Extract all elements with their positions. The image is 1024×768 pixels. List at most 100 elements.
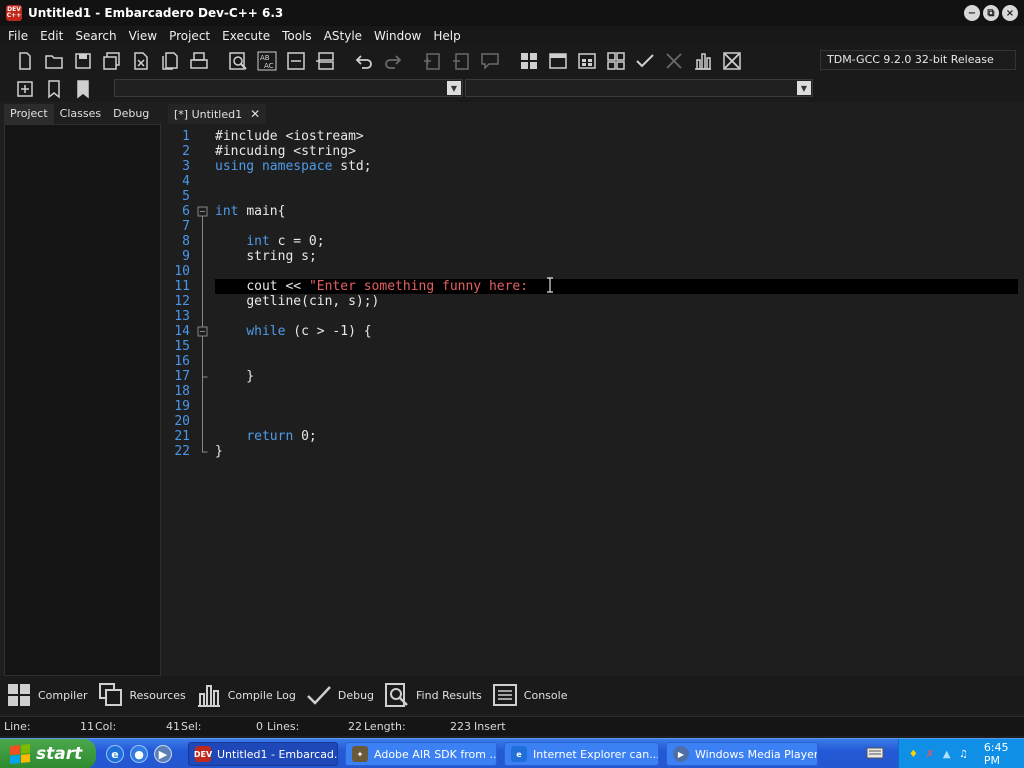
taskbar-devcpp-button[interactable]: DEV Untitled1 - Embarcad... <box>188 742 338 766</box>
menu-project[interactable]: Project <box>163 26 216 46</box>
alert-icon[interactable]: ✗ <box>924 747 937 761</box>
start-button[interactable]: start <box>0 739 96 768</box>
goto-bookmark-button[interactable] <box>70 76 96 102</box>
code-line[interactable]: 18 <box>167 384 1018 399</box>
print-button[interactable] <box>186 48 212 74</box>
code-line[interactable]: 12 getline(cin, s);) <box>167 294 1018 309</box>
code-line[interactable]: 16 <box>167 354 1018 369</box>
menu-window[interactable]: Window <box>368 26 427 46</box>
toggle-bookmark-button[interactable] <box>41 76 67 102</box>
run-button[interactable] <box>545 48 571 74</box>
code-line[interactable]: 21 return 0; <box>167 429 1018 444</box>
new-project-button[interactable] <box>419 48 445 74</box>
close-file-button[interactable] <box>128 48 154 74</box>
code-line[interactable]: 3 using namespace std; <box>167 159 1018 174</box>
chevron-down-icon[interactable]: ▼ <box>797 81 811 95</box>
code-line[interactable]: 5 <box>167 189 1018 204</box>
code-line[interactable]: 10 <box>167 264 1018 279</box>
replace-button[interactable]: AB AC <box>254 48 280 74</box>
stop-execution-button[interactable] <box>661 48 687 74</box>
fold-gutter <box>196 429 210 444</box>
code-line[interactable]: 9 string s; <box>167 249 1018 264</box>
code-line[interactable]: 6 int main{ <box>167 204 1018 219</box>
code-line[interactable]: 4 <box>167 174 1018 189</box>
rebuild-all-button[interactable] <box>603 48 629 74</box>
code-line[interactable]: 1 #include <iostream> <box>167 129 1018 144</box>
code-line[interactable]: 7 <box>167 219 1018 234</box>
code-line[interactable]: 2 #incuding <string> <box>167 144 1018 159</box>
security-shield-icon[interactable]: ♦ <box>907 747 920 761</box>
tab-project[interactable]: Project <box>4 104 54 124</box>
tab-console[interactable]: Console <box>492 682 567 708</box>
fold-gutter <box>196 339 210 354</box>
tab-classes[interactable]: Classes <box>54 104 107 124</box>
close-button[interactable]: × <box>1002 5 1018 21</box>
tab-compile-log[interactable]: Compile Log <box>196 682 296 708</box>
code-line[interactable]: 8 int c = 0; <box>167 234 1018 249</box>
tab-find-results[interactable]: Find Results <box>384 682 482 708</box>
remove-from-project-button[interactable] <box>448 48 474 74</box>
browser-quicklaunch-icon[interactable]: ● <box>130 745 148 763</box>
chevron-down-icon[interactable]: ▼ <box>447 81 461 95</box>
restore-button[interactable]: ⧉ <box>983 5 999 21</box>
tab-debug-output[interactable]: Debug <box>306 682 374 708</box>
code-line[interactable]: 20 <box>167 414 1018 429</box>
menu-search[interactable]: Search <box>69 26 122 46</box>
taskbar-wmp-button[interactable]: ▶ Windows Media Player <box>666 742 818 766</box>
tab-untitled1[interactable]: [*] Untitled1 ✕ <box>168 104 267 124</box>
code-editor[interactable]: 1 #include <iostream> 2 #incuding <string> 3… <box>167 126 1018 676</box>
menu-view[interactable]: View <box>123 26 163 46</box>
menu-help[interactable]: Help <box>427 26 466 46</box>
minimize-button[interactable]: − <box>964 5 980 21</box>
toggle-split-button[interactable] <box>312 48 338 74</box>
code-line[interactable]: 14 while (c > -1) { <box>167 324 1018 339</box>
save-button[interactable] <box>70 48 96 74</box>
profile-button[interactable] <box>690 48 716 74</box>
fold-gutter <box>196 144 210 159</box>
find-button[interactable] <box>225 48 251 74</box>
menu-astyle[interactable]: AStyle <box>318 26 368 46</box>
class-combo[interactable]: ▼ <box>114 79 463 97</box>
code-line[interactable]: 15 <box>167 339 1018 354</box>
code-line[interactable]: 22} <box>167 444 1018 459</box>
code-line[interactable]: 19 <box>167 399 1018 414</box>
insert-snippet-button[interactable] <box>12 76 38 102</box>
code-line[interactable]: 17 } <box>167 369 1018 384</box>
line-number: 20 <box>174 414 190 429</box>
project-options-button[interactable] <box>477 48 503 74</box>
new-file-button[interactable] <box>12 48 38 74</box>
taskbar-adobe-air-button[interactable]: ✦ Adobe AIR SDK from ... <box>345 742 497 766</box>
keyboard-icon[interactable] <box>866 746 884 760</box>
open-button[interactable] <box>41 48 67 74</box>
menu-tools[interactable]: Tools <box>276 26 318 46</box>
compile-run-button[interactable] <box>574 48 600 74</box>
fold-gutter <box>196 369 210 384</box>
goto-line-button[interactable] <box>283 48 309 74</box>
tab-resources[interactable]: Resources <box>98 682 186 708</box>
project-browser[interactable] <box>4 124 161 676</box>
compiler-select[interactable]: TDM-GCC 9.2.0 32-bit Release <box>820 50 1016 70</box>
line-number: 9 <box>182 249 190 264</box>
network-icon[interactable]: ▲ <box>940 747 953 761</box>
tab-debug[interactable]: Debug <box>107 104 155 124</box>
syntax-check-button[interactable] <box>632 48 658 74</box>
menu-file[interactable]: File <box>2 26 34 46</box>
save-all-button[interactable] <box>99 48 125 74</box>
media-quicklaunch-icon[interactable]: ▶ <box>154 745 172 763</box>
code-line[interactable]: 13 <box>167 309 1018 324</box>
taskbar-ie-button[interactable]: e Internet Explorer can... <box>504 742 659 766</box>
close-all-button[interactable] <box>157 48 183 74</box>
ie-quicklaunch-icon[interactable]: e <box>106 745 124 763</box>
undo-button[interactable] <box>351 48 377 74</box>
compile-button[interactable] <box>516 48 542 74</box>
menu-execute[interactable]: Execute <box>216 26 276 46</box>
tab-compiler[interactable]: Compiler <box>6 682 88 708</box>
delete-profile-button[interactable] <box>719 48 745 74</box>
close-tab-icon[interactable]: ✕ <box>250 107 260 121</box>
menu-edit[interactable]: Edit <box>34 26 69 46</box>
member-combo[interactable]: ▼ <box>465 79 813 97</box>
redo-button[interactable] <box>380 48 406 74</box>
volume-icon[interactable]: ♫ <box>957 747 970 761</box>
code-line[interactable]: 11 cout << "Enter something funny here: <box>167 279 1018 294</box>
